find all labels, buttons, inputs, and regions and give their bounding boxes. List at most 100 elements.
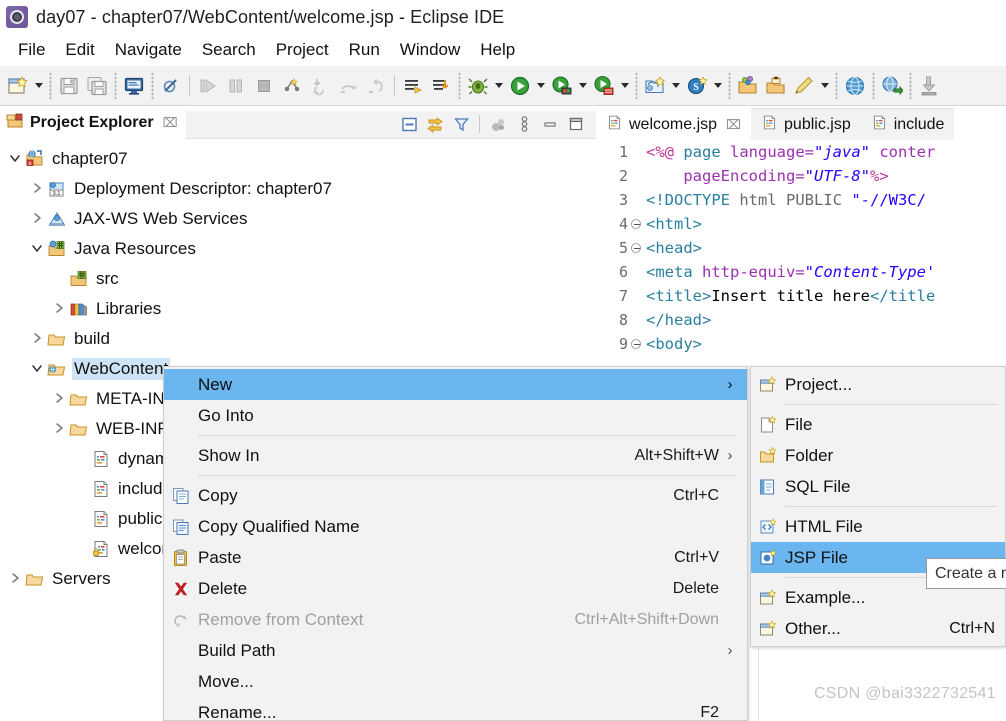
code-token: %> bbox=[869, 167, 889, 185]
context-menu-item-new[interactable]: New › bbox=[164, 369, 747, 400]
main-toolbar: S bbox=[0, 66, 1006, 106]
context-menu-item-paste[interactable]: Paste Ctrl+V bbox=[164, 542, 747, 573]
previous-annotation-icon[interactable] bbox=[427, 71, 455, 101]
chevron-down-icon[interactable] bbox=[6, 152, 24, 167]
fold-toggle-icon[interactable] bbox=[630, 339, 642, 349]
step-return-icon[interactable] bbox=[362, 71, 390, 101]
fold-toggle-icon[interactable] bbox=[630, 219, 642, 229]
tree-item[interactable]: x chapter07 bbox=[0, 144, 596, 174]
new-submenu: Project... File Folder SQL File HTML File JSP… bbox=[750, 366, 1006, 647]
new-wizard-dropdown[interactable] bbox=[32, 71, 46, 101]
open-task-icon[interactable] bbox=[762, 71, 790, 101]
code-editor[interactable]: 1 <%@ page language="java" conter 2 pageEn… bbox=[596, 140, 1006, 380]
menu-item-project[interactable]: Project bbox=[266, 38, 339, 62]
minimize-icon[interactable] bbox=[538, 112, 562, 136]
terminate-icon[interactable] bbox=[250, 71, 278, 101]
link-with-editor-icon[interactable] bbox=[423, 112, 447, 136]
context-menu-item-rename[interactable]: Rename... F2 bbox=[164, 697, 747, 721]
tree-item[interactable]: src bbox=[0, 264, 596, 294]
menu-item-help[interactable]: Help bbox=[470, 38, 525, 62]
context-menu-item-label: Paste bbox=[198, 547, 242, 567]
debug-icon[interactable] bbox=[464, 71, 492, 101]
context-menu-item-go-into[interactable]: Go Into bbox=[164, 400, 747, 431]
debug-dropdown[interactable] bbox=[492, 71, 506, 101]
web-browser-icon[interactable] bbox=[841, 71, 869, 101]
fold-toggle-icon[interactable] bbox=[630, 243, 642, 253]
step-over-icon[interactable] bbox=[334, 71, 362, 101]
context-menu-item-remove-from-context[interactable]: Remove from Context Ctrl+Alt+Shift+Down bbox=[164, 604, 747, 635]
tree-item[interactable]: JAX-WS Web Services bbox=[0, 204, 596, 234]
new-servlet-dropdown[interactable] bbox=[711, 71, 725, 101]
skip-breakpoints-icon[interactable] bbox=[157, 71, 185, 101]
menu-item-search[interactable]: Search bbox=[192, 38, 266, 62]
chevron-down-icon[interactable] bbox=[28, 242, 46, 257]
context-menu-item-copy-qualified-name[interactable]: Copy Qualified Name bbox=[164, 511, 747, 542]
run-on-server-dropdown[interactable] bbox=[576, 71, 590, 101]
run-dropdown[interactable] bbox=[534, 71, 548, 101]
menu-item-window[interactable]: Window bbox=[390, 38, 470, 62]
chevron-right-icon[interactable] bbox=[6, 572, 24, 587]
step-into-icon[interactable] bbox=[306, 71, 334, 101]
console-icon[interactable] bbox=[120, 71, 148, 101]
editor-tab-include[interactable]: include bbox=[860, 108, 955, 140]
context-menu-item-show-in[interactable]: Show In Alt+Shift+W › bbox=[164, 440, 747, 471]
stop-server-dropdown[interactable] bbox=[618, 71, 632, 101]
search-pencil-icon[interactable] bbox=[790, 71, 818, 101]
chevron-right-icon[interactable] bbox=[28, 182, 46, 197]
open-type-icon[interactable] bbox=[734, 71, 762, 101]
new-java-project-icon[interactable] bbox=[641, 71, 669, 101]
menu-item-navigate[interactable]: Navigate bbox=[105, 38, 192, 62]
resume-icon[interactable] bbox=[194, 71, 222, 101]
context-menu-item-move[interactable]: Move... bbox=[164, 666, 747, 697]
new-submenu-item-html-file[interactable]: HTML File bbox=[751, 511, 1005, 542]
close-icon[interactable]: ⌧ bbox=[726, 117, 741, 133]
tab-project-explorer[interactable]: Project Explorer ⌧ bbox=[0, 106, 186, 140]
chevron-right-icon[interactable] bbox=[28, 212, 46, 227]
new-submenu-item-folder[interactable]: Folder bbox=[751, 440, 1005, 471]
tree-item[interactable]: build bbox=[0, 324, 596, 354]
context-menu-item-build-path[interactable]: Build Path › bbox=[164, 635, 747, 666]
editor-tab-public-jsp[interactable]: public.jsp bbox=[751, 108, 861, 140]
menu-item-run[interactable]: Run bbox=[339, 38, 390, 62]
search-pencil-dropdown[interactable] bbox=[818, 71, 832, 101]
close-icon[interactable]: ⌧ bbox=[163, 115, 178, 131]
new-wizard-icon[interactable] bbox=[4, 71, 32, 101]
web-deploy-icon[interactable] bbox=[878, 71, 906, 101]
run-on-server-icon[interactable] bbox=[548, 71, 576, 101]
save-all-icon[interactable] bbox=[83, 71, 111, 101]
run-icon[interactable] bbox=[506, 71, 534, 101]
focus-on-active-task-icon[interactable] bbox=[486, 112, 510, 136]
maximize-icon[interactable] bbox=[564, 112, 588, 136]
chevron-down-icon[interactable] bbox=[28, 362, 46, 377]
chevron-right-icon[interactable] bbox=[50, 392, 68, 407]
chevron-right-icon[interactable] bbox=[50, 302, 68, 317]
save-icon[interactable] bbox=[55, 71, 83, 101]
chevron-right-icon[interactable] bbox=[50, 422, 68, 437]
new-submenu-item-other[interactable]: Other... Ctrl+N bbox=[751, 613, 1005, 644]
new-java-project-dropdown[interactable] bbox=[669, 71, 683, 101]
new-submenu-item-file[interactable]: File bbox=[751, 409, 1005, 440]
new-submenu-item-sql-file[interactable]: SQL File bbox=[751, 471, 1005, 502]
tree-item[interactable]: Java Resources bbox=[0, 234, 596, 264]
code-token: <%@ bbox=[646, 143, 684, 161]
context-menu-item-copy[interactable]: Copy Ctrl+C bbox=[164, 480, 747, 511]
context-menu-item-delete[interactable]: Delete Delete bbox=[164, 573, 747, 604]
collapse-all-icon[interactable] bbox=[397, 112, 421, 136]
suspend-icon[interactable] bbox=[222, 71, 250, 101]
editor-tab-welcome-jsp[interactable]: welcome.jsp ⌧ bbox=[596, 108, 752, 140]
menu-item-edit[interactable]: Edit bbox=[55, 38, 104, 62]
download-icon[interactable] bbox=[915, 71, 943, 101]
filter-icon[interactable] bbox=[449, 112, 473, 136]
disconnect-icon[interactable] bbox=[278, 71, 306, 101]
chevron-right-icon[interactable] bbox=[28, 332, 46, 347]
new-submenu-item-project[interactable]: Project... bbox=[751, 369, 1005, 400]
view-menu-icon[interactable] bbox=[512, 112, 536, 136]
next-annotation-icon[interactable] bbox=[399, 71, 427, 101]
context-menu-item-label: Go Into bbox=[198, 405, 254, 425]
jsp-file-icon bbox=[90, 449, 112, 469]
menu-item-file[interactable]: File bbox=[8, 38, 55, 62]
tree-item[interactable]: Libraries bbox=[0, 294, 596, 324]
stop-server-icon[interactable] bbox=[590, 71, 618, 101]
tree-item[interactable]: 3.1 Deployment Descriptor: chapter07 bbox=[0, 174, 596, 204]
new-servlet-icon[interactable]: S bbox=[683, 71, 711, 101]
